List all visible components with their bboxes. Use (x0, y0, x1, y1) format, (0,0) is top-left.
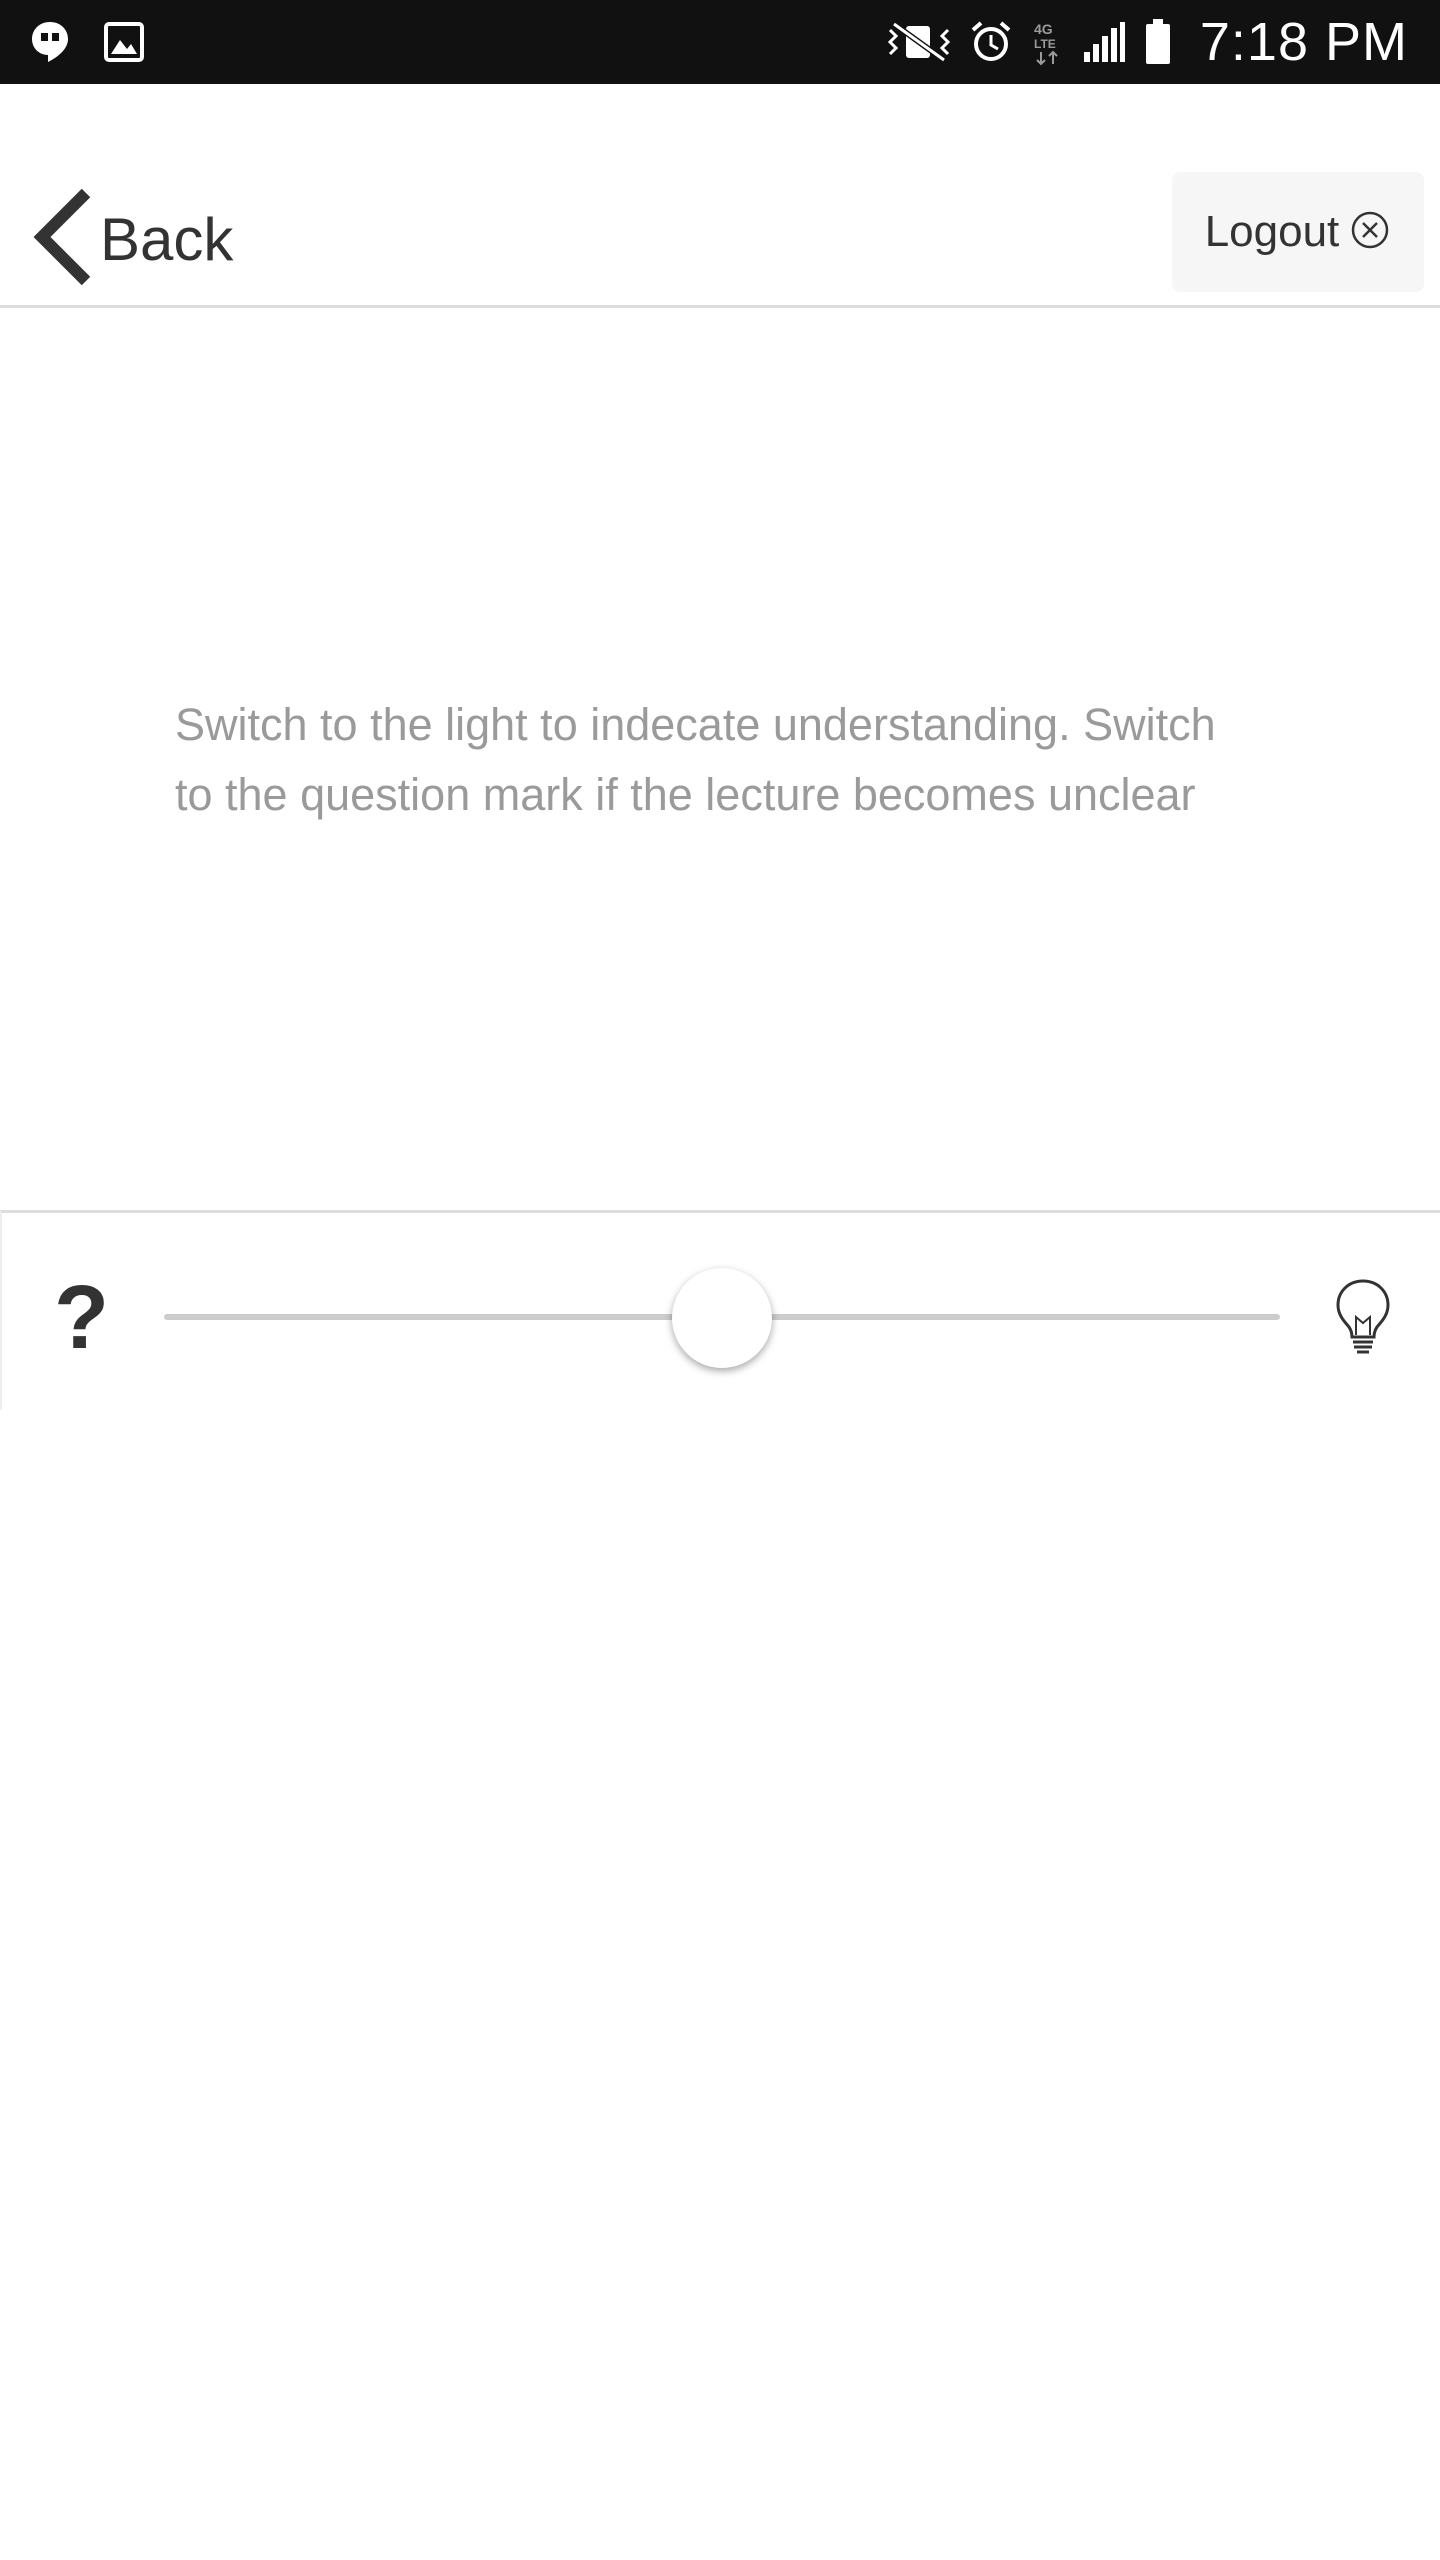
chevron-left-icon (30, 185, 94, 294)
instruction-text: Switch to the light to indecate understa… (175, 690, 1295, 830)
close-circle-icon (1349, 209, 1391, 256)
back-label: Back (100, 205, 234, 273)
status-bar: 4G LTE 7:18 PM (0, 0, 1440, 84)
logout-button[interactable]: Logout (1172, 172, 1424, 292)
instruction-line-2: to the question mark if the lecture beco… (175, 769, 1196, 820)
hangouts-icon (30, 20, 70, 64)
lte-data-icon: 4G LTE (1030, 18, 1064, 66)
lightbulb-icon (1332, 1277, 1394, 1362)
status-left-icons (30, 0, 144, 84)
svg-text:4G: 4G (1034, 21, 1053, 37)
app-header: Back Logout (0, 84, 1440, 308)
question-mark-icon: ? (54, 1268, 109, 1368)
alarm-icon (970, 20, 1012, 64)
status-right-icons: 4G LTE 7:18 PM (886, 0, 1408, 84)
svg-text:LTE: LTE (1034, 37, 1056, 51)
understanding-slider-thumb[interactable] (672, 1268, 772, 1368)
battery-icon (1144, 19, 1172, 65)
signal-icon (1082, 20, 1126, 64)
instruction-line-1: Switch to the light to indecate understa… (175, 699, 1216, 750)
status-time: 7:18 PM (1199, 12, 1408, 72)
vibrate-mute-icon (886, 20, 952, 64)
back-button[interactable]: Back (30, 184, 233, 294)
understanding-slider-panel: ? (0, 1210, 1440, 1410)
logout-label: Logout (1204, 207, 1340, 256)
gallery-icon (104, 22, 144, 62)
